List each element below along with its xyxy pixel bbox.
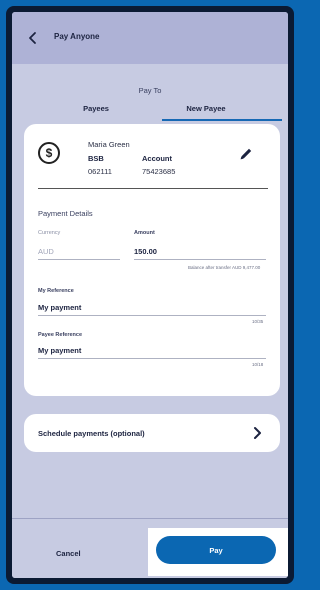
tab-new-payee[interactable]: New Payee xyxy=(146,104,266,113)
balance-after-transfer: Balance after transfer AUD 9,477.00 xyxy=(188,265,261,270)
pay-to-label: Pay To xyxy=(138,86,162,95)
payee-reference-underline xyxy=(38,358,266,359)
my-reference-field[interactable]: My payment xyxy=(38,303,81,312)
payee-reference-field[interactable]: My payment xyxy=(38,346,81,355)
app-header: Pay Anyone xyxy=(12,12,288,64)
my-reference-underline xyxy=(38,315,266,316)
app-screen: Pay Anyone Pay To Payees New Payee $ Mar… xyxy=(12,12,288,578)
chevron-right-icon xyxy=(254,427,261,439)
payment-details-title: Payment Details xyxy=(38,209,93,218)
chevron-left-icon[interactable] xyxy=(26,31,40,45)
dollar-circle-icon: $ xyxy=(38,142,60,164)
payee-reference-count: 10/18 xyxy=(252,362,264,367)
amount-field[interactable]: 150.00 xyxy=(134,247,157,256)
my-reference-count: 10/35 xyxy=(252,319,264,324)
amount-underline xyxy=(134,259,266,260)
schedule-payments-row[interactable]: Schedule payments (optional) xyxy=(24,414,280,452)
page-title: Pay Anyone xyxy=(54,32,100,41)
bsb-label: BSB xyxy=(88,154,104,163)
my-reference-label: My Reference xyxy=(38,288,74,294)
active-tab-indicator xyxy=(162,119,282,121)
divider xyxy=(38,188,268,189)
payee-reference-label: Payee Reference xyxy=(38,332,83,338)
bsb-value: 062111 xyxy=(88,167,112,176)
payee-name: Maria Green xyxy=(88,140,130,149)
tab-payees[interactable]: Payees xyxy=(36,104,156,113)
currency-label: Currency xyxy=(38,230,61,236)
pay-button-container: Pay xyxy=(148,528,288,576)
currency-underline xyxy=(38,259,120,260)
schedule-payments-label: Schedule payments (optional) xyxy=(38,429,145,438)
cancel-button[interactable]: Cancel xyxy=(56,549,81,558)
amount-label: Amount xyxy=(134,230,155,236)
account-value: 75423685 xyxy=(142,167,176,176)
currency-field[interactable]: AUD xyxy=(38,247,54,256)
account-label: Account xyxy=(142,154,172,163)
pencil-icon[interactable] xyxy=(238,146,254,162)
pay-button[interactable]: Pay xyxy=(156,536,276,564)
payee-details-card: $ Maria Green BSB Account 062111 7542368… xyxy=(24,124,280,396)
